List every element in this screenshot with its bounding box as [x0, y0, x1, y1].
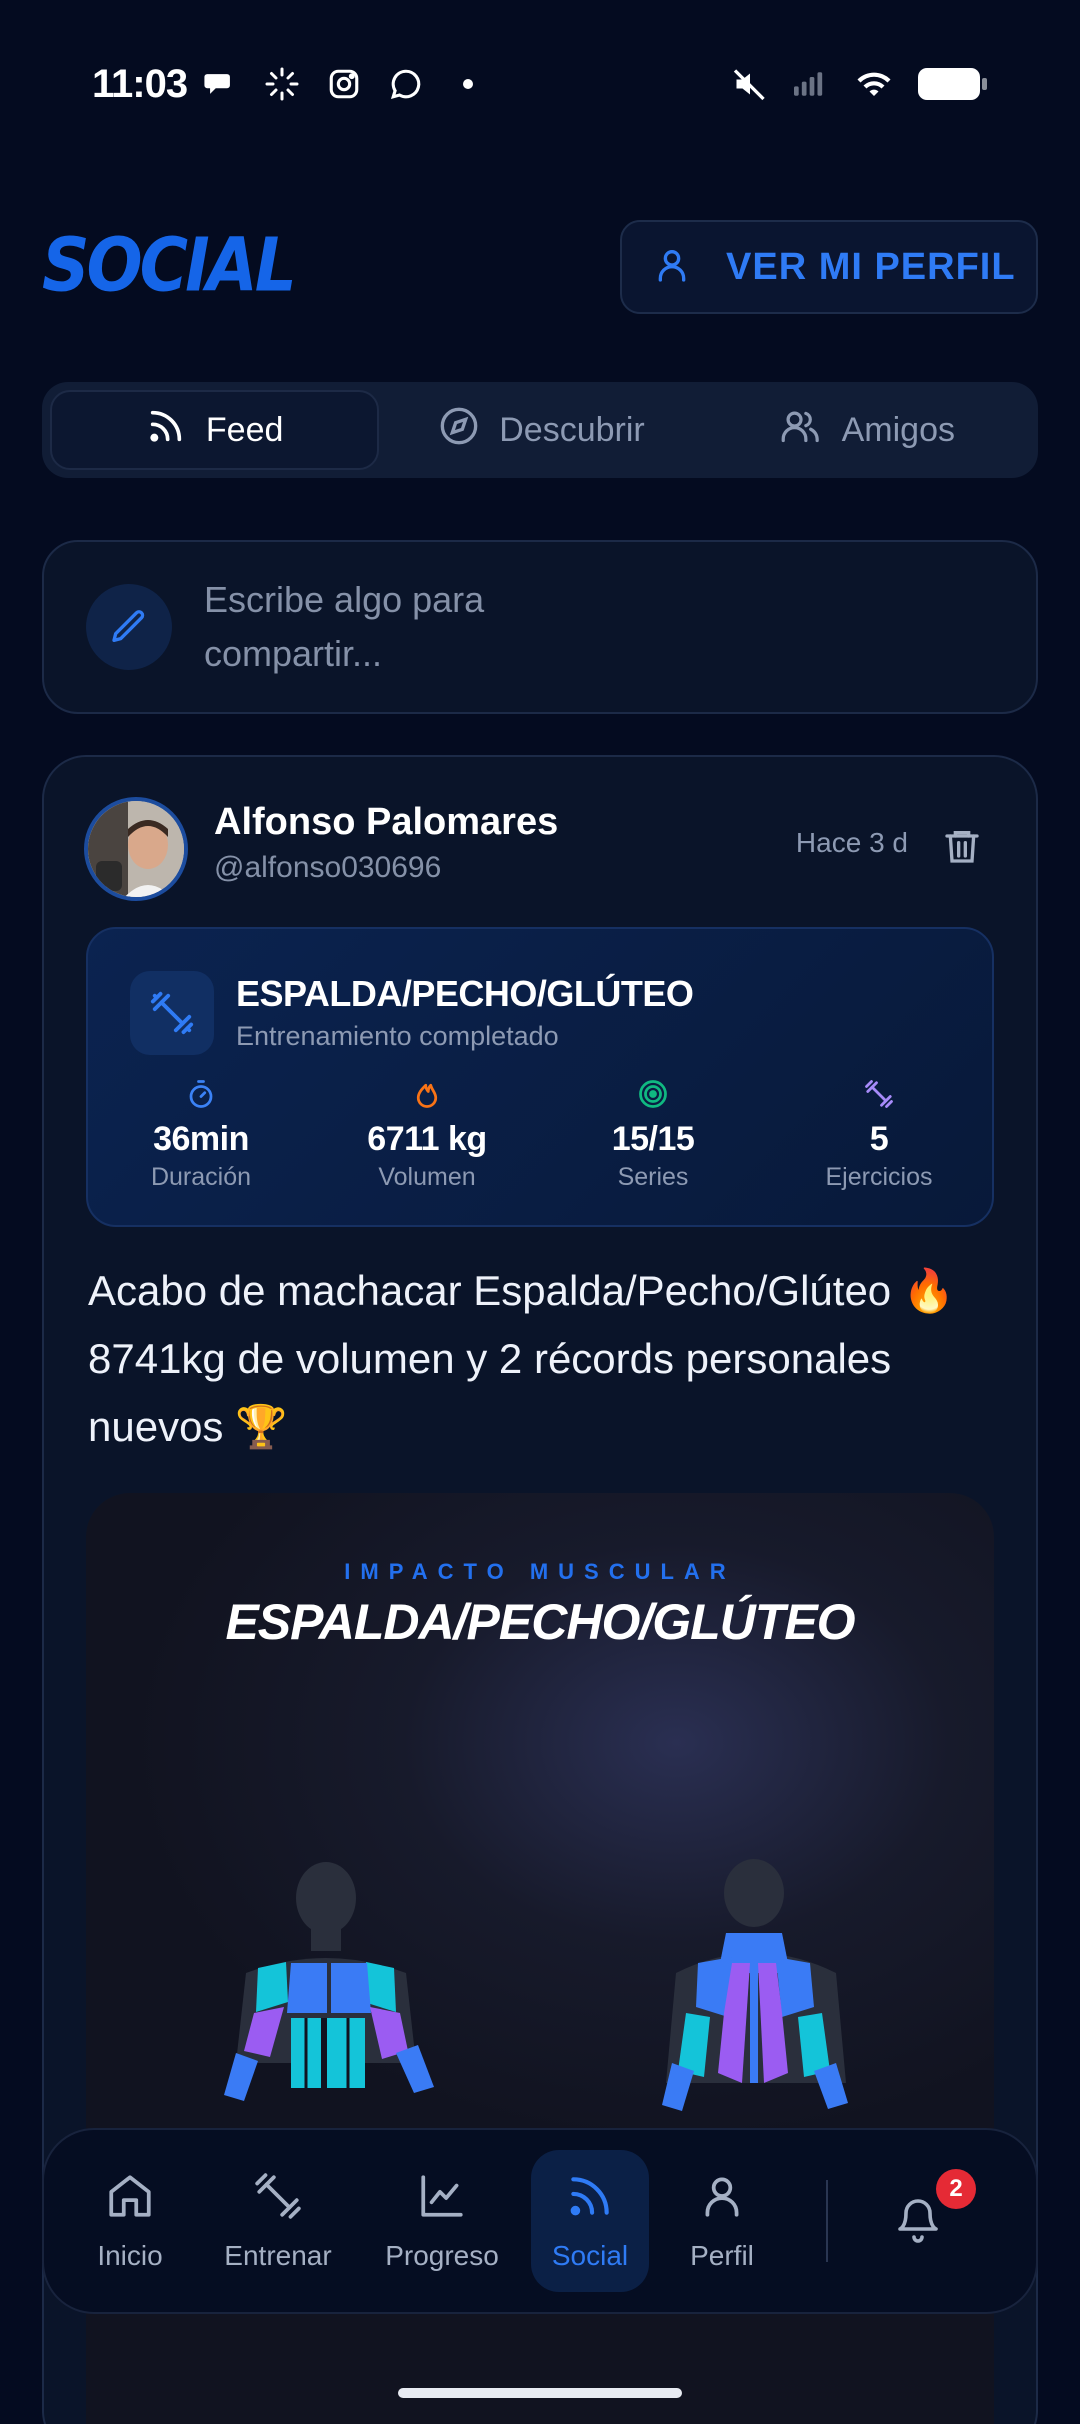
nav-progress-label: Progreso	[385, 2239, 499, 2271]
stat-series-label: Series	[617, 1163, 689, 1191]
workout-stats: 36min Duración 6711 kg Volumen 15/15 Ser…	[88, 1079, 992, 1192]
status-time: 11:03	[92, 62, 188, 106]
chat-bubbles-icon	[202, 66, 238, 102]
nav-progress[interactable]: Progreso	[367, 2150, 517, 2292]
workout-title: ESPALDA/PECHO/GLÚTEO	[236, 973, 694, 1014]
stat-volume-value: 6711 kg	[367, 1120, 487, 1158]
nav-social[interactable]: Social	[531, 2150, 649, 2292]
dumbbell-icon	[253, 2171, 303, 2228]
pencil-icon	[86, 584, 172, 670]
message-icon	[388, 66, 424, 102]
stat-exercises-value: 5	[869, 1120, 889, 1158]
nav-profile[interactable]: Perfil	[663, 2150, 781, 2292]
nav-home[interactable]: Inicio	[71, 2150, 189, 2292]
bottom-navigation: Inicio Entrenar Progreso Social Perfil 2	[42, 2128, 1038, 2314]
trash-icon	[942, 831, 982, 871]
back-body-figure	[662, 1859, 848, 2111]
tab-feed-label: Feed	[205, 410, 284, 449]
battery-icon	[918, 66, 988, 102]
stat-volume: 6711 kg Volumen	[314, 1079, 540, 1192]
loading-icon	[264, 66, 300, 102]
home-icon	[105, 2171, 155, 2228]
tab-feed[interactable]: Feed	[50, 390, 380, 470]
stat-duration: 36min Duración	[88, 1079, 314, 1192]
nav-divider	[826, 2180, 828, 2262]
flame-icon	[412, 1079, 442, 1114]
stat-series: 15/15 Series	[540, 1079, 766, 1192]
instagram-icon	[326, 66, 362, 102]
stat-volume-label: Volumen	[378, 1163, 476, 1191]
wifi-icon	[856, 66, 892, 102]
stat-series-value: 15/15	[611, 1120, 695, 1158]
rss-icon	[565, 2171, 615, 2228]
notification-badge: 2	[936, 2169, 976, 2209]
notifications-button[interactable]: 2	[878, 2169, 976, 2261]
stat-exercises-label: Ejercicios	[825, 1163, 933, 1191]
front-body-figure	[224, 1862, 434, 2101]
post-time: Hace 3 d	[795, 827, 908, 858]
users-icon	[780, 406, 822, 455]
delete-post-button[interactable]	[942, 825, 982, 872]
post-text: Acabo de machacar Espalda/Pecho/Glúteo 🔥…	[88, 1267, 956, 1450]
tab-friends-label: Amigos	[841, 410, 955, 449]
compass-icon	[439, 406, 479, 455]
feed-tabs: Feed Descubrir Amigos	[42, 382, 1038, 478]
avatar[interactable]	[84, 797, 188, 901]
workout-subtitle: Entrenamiento completado	[236, 1021, 559, 1051]
home-indicator[interactable]	[398, 2388, 682, 2398]
target-icon	[638, 1079, 668, 1114]
notification-icons	[202, 66, 486, 102]
mute-icon	[732, 66, 768, 102]
post-composer[interactable]: Escribe algo para compartir...	[42, 540, 1038, 714]
tab-discover[interactable]: Descubrir	[379, 390, 704, 470]
tab-friends[interactable]: Amigos	[705, 390, 1030, 470]
status-bar: 11:03	[0, 0, 1080, 170]
stat-exercises: 5 Ejercicios	[766, 1079, 992, 1192]
stat-duration-label: Duración	[150, 1163, 252, 1191]
rss-icon	[146, 406, 186, 455]
workout-summary-card[interactable]: ESPALDA/PECHO/GLÚTEO Entrenamiento compl…	[86, 927, 994, 1227]
dumbbell-icon	[130, 971, 214, 1055]
bell-icon	[894, 2194, 942, 2249]
page-title: SOCIAL	[42, 222, 297, 309]
user-icon	[652, 245, 692, 290]
view-profile-label: VER MI PERFIL	[726, 245, 1016, 288]
post-author[interactable]: Alfonso Palomares	[214, 801, 558, 844]
dot-icon	[450, 66, 486, 102]
timer-icon	[186, 1079, 216, 1114]
dumbbell-icon	[864, 1079, 894, 1114]
post-handle: @alfonso030696	[214, 851, 442, 884]
view-profile-button[interactable]: VER MI PERFIL	[620, 220, 1038, 314]
nav-home-label: Inicio	[97, 2239, 163, 2271]
nav-social-label: Social	[551, 2239, 629, 2271]
signal-icon	[794, 66, 830, 102]
composer-placeholder: Escribe algo para compartir...	[204, 579, 485, 674]
stat-duration-value: 36min	[153, 1120, 249, 1158]
nav-train-label: Entrenar	[224, 2239, 332, 2271]
tab-discover-label: Descubrir	[499, 410, 645, 449]
system-icons	[732, 66, 988, 102]
nav-train[interactable]: Entrenar	[203, 2150, 353, 2292]
user-icon	[697, 2171, 747, 2228]
chart-icon	[417, 2171, 467, 2228]
nav-profile-label: Perfil	[690, 2239, 754, 2271]
